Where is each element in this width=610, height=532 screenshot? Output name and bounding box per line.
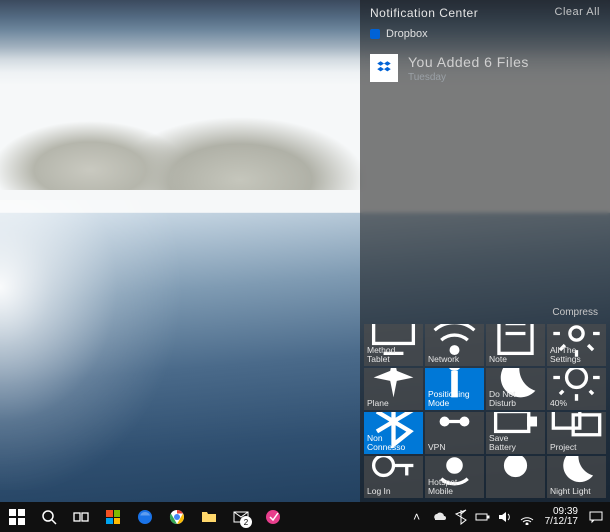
airplane-icon (367, 370, 420, 384)
notification-time: Tuesday (408, 72, 529, 83)
mail-badge: 2 (240, 516, 252, 528)
vpn-icon (428, 414, 481, 428)
notification-item[interactable]: You Added 6 Files Tuesday (360, 44, 610, 87)
quick-tile-airplane[interactable]: Plane (364, 368, 423, 410)
notification-group: Dropbox (360, 24, 610, 44)
quick-tile-label: Log In (367, 487, 420, 496)
sun-icon (489, 458, 542, 472)
notification-title: You Added 6 Files (408, 54, 529, 70)
dropbox-appicon (370, 29, 380, 39)
network-tray-icon[interactable] (519, 509, 535, 525)
taskbar: 2 ˄ 09:39 7/12/17 (0, 502, 610, 532)
task-view-button[interactable] (66, 502, 96, 532)
brightness-icon (550, 370, 603, 384)
moon-icon (489, 370, 542, 384)
quick-tile-label: Hotspot Mobile (428, 478, 481, 496)
wifi-icon (428, 326, 481, 340)
quick-tile-label: Positioning Mode (428, 390, 481, 408)
battery-tray-icon[interactable] (475, 509, 491, 525)
onedrive-tray-icon[interactable] (431, 509, 447, 525)
taskbar-clock[interactable]: 09:39 7/12/17 (541, 507, 582, 527)
notification-app-header[interactable]: Dropbox (370, 28, 600, 40)
quick-tile-login[interactable]: Log In (364, 456, 423, 498)
store-button[interactable] (98, 502, 128, 532)
note-icon (489, 326, 542, 340)
clock-date: 7/12/17 (545, 517, 578, 527)
quick-tile-label: Night Light (550, 487, 603, 496)
notification-app-name: Dropbox (386, 28, 428, 40)
wallpaper-mountain (0, 100, 380, 190)
action-center-tray-icon[interactable] (588, 509, 604, 525)
action-center-title: Notification Center (370, 6, 478, 20)
quick-tile-dnd[interactable]: Do Not Disturb (486, 368, 545, 410)
quick-tile-location[interactable]: Positioning Mode (425, 368, 484, 410)
search-button[interactable] (34, 502, 64, 532)
clear-all-link[interactable]: Clear All (555, 6, 600, 20)
quick-tile-settings[interactable]: All The Settings (547, 324, 606, 366)
battery-icon (489, 414, 542, 428)
mail-button[interactable]: 2 (226, 502, 256, 532)
start-button[interactable] (2, 502, 32, 532)
quick-tile-label: 40% (550, 399, 603, 408)
sound-tray-icon[interactable] (497, 509, 513, 525)
quick-tile-vpn[interactable]: VPN (425, 412, 484, 454)
edge-button[interactable] (130, 502, 160, 532)
bluetooth-tray-icon[interactable] (453, 509, 469, 525)
quick-tile-brightness[interactable]: 40% (547, 368, 606, 410)
quick-tile-label: VPN (428, 443, 481, 452)
location-icon (428, 370, 481, 384)
quick-tile-nightlight-a[interactable] (486, 456, 545, 498)
quick-tile-note[interactable]: Note (486, 324, 545, 366)
dropbox-icon (370, 54, 398, 82)
quick-tile-label: Project (550, 443, 603, 452)
night-icon (550, 458, 603, 472)
quick-tile-bluetooth[interactable]: Non Connesso (364, 412, 423, 454)
quick-tile-project[interactable]: Project (547, 412, 606, 454)
quick-tile-battery-saver[interactable]: Save Battery (486, 412, 545, 454)
hotspot-icon (428, 458, 481, 472)
file-explorer-button[interactable] (194, 502, 224, 532)
quick-tile-network[interactable]: Network (425, 324, 484, 366)
quick-tile-tablet-mode[interactable]: Method Tablet (364, 324, 423, 366)
tray-overflow-icon[interactable]: ˄ (409, 509, 425, 525)
quick-action-grid: Method Tablet Network Note All The Settings… (360, 324, 610, 502)
quick-tile-nightlight[interactable]: Night Light (547, 456, 606, 498)
quick-tile-hotspot[interactable]: Hotspot Mobile (425, 456, 484, 498)
quick-tile-label: Non Connesso (367, 434, 420, 452)
key-icon (367, 458, 420, 472)
chrome-button[interactable] (162, 502, 192, 532)
quick-tile-label: Save Battery (489, 434, 542, 452)
collapse-link[interactable]: Compress (360, 303, 610, 324)
quick-tile-label: Method Tablet (367, 346, 420, 364)
pinned-app-button[interactable] (258, 502, 288, 532)
quick-tile-label: Plane (367, 399, 420, 408)
bluetooth-icon (367, 414, 420, 428)
quick-tile-label: Note (489, 355, 542, 364)
project-icon (550, 414, 603, 428)
quick-tile-label: Do Not Disturb (489, 390, 542, 408)
tablet-icon (367, 326, 420, 340)
quick-tile-label: All The Settings (550, 346, 603, 364)
settings-icon (550, 326, 603, 340)
action-center-panel: Notification Center Clear All Dropbox Yo… (360, 0, 610, 502)
wallpaper-sunglare (0, 200, 230, 490)
system-tray: ˄ 09:39 7/12/17 (409, 507, 610, 527)
quick-tile-label: Network (428, 355, 481, 364)
